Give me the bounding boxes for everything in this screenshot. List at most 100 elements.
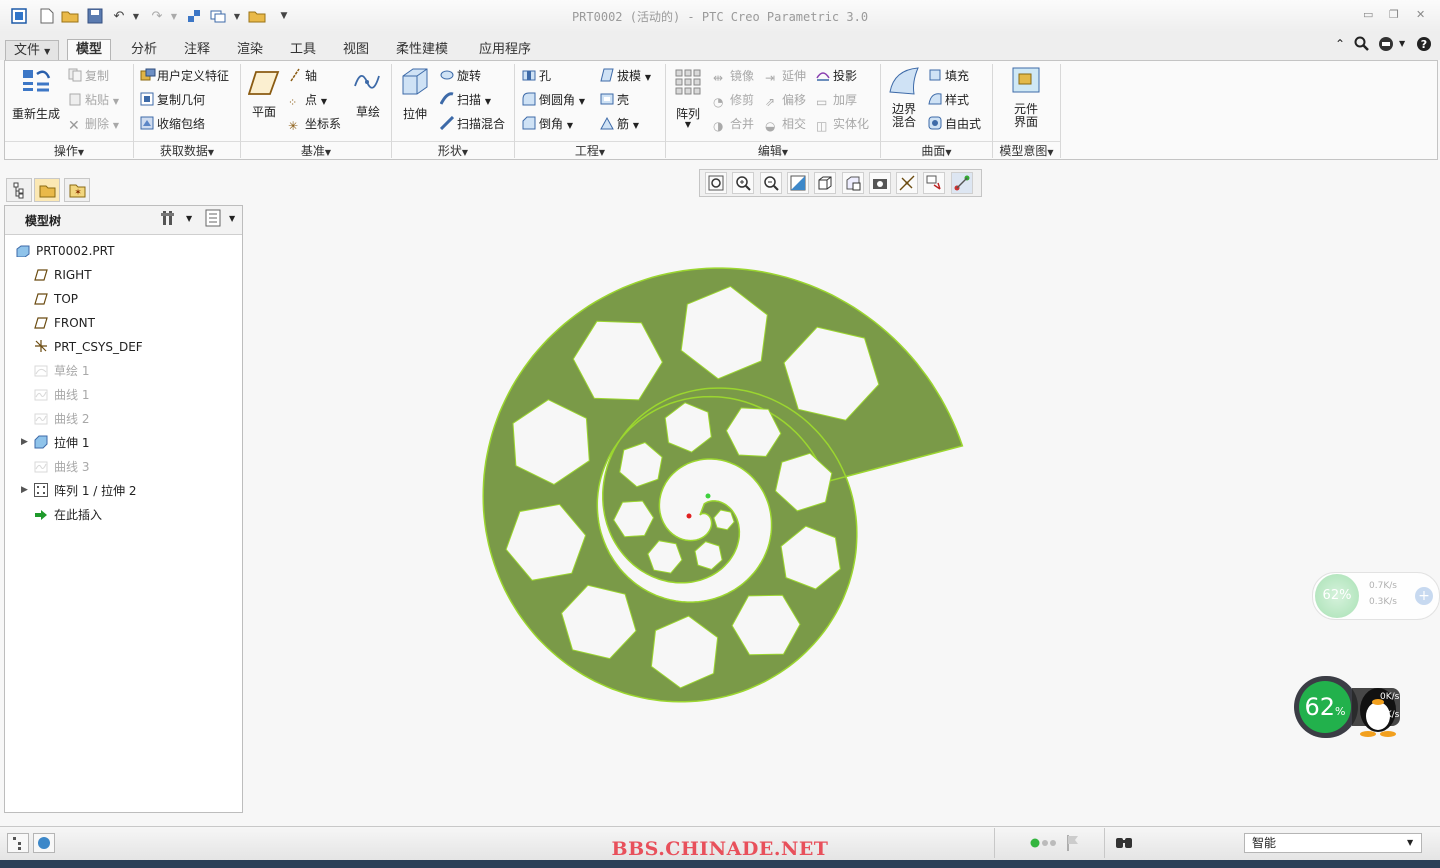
group-label-engineering[interactable]: 工程▼	[515, 141, 665, 160]
extrude-button[interactable]: 拉伸	[396, 66, 434, 122]
style-button[interactable]: 样式	[928, 90, 969, 110]
add-icon[interactable]: +	[1415, 587, 1433, 605]
selection-filter-dropdown-icon[interactable]: ▼	[1407, 838, 1413, 847]
tab-applications[interactable]: 应用程序	[471, 40, 539, 60]
restore-icon[interactable]: ❐	[1389, 8, 1399, 21]
regeneration-status-icon[interactable]	[1030, 837, 1060, 852]
sweep-button[interactable]: 扫描 ▼	[439, 90, 491, 110]
zoom-out-icon[interactable]	[759, 172, 782, 194]
merge-button[interactable]: ◑ 合并	[713, 114, 754, 134]
windows-dropdown-icon[interactable]: ▼	[228, 7, 246, 25]
round-button[interactable]: 倒圆角 ▼	[522, 90, 585, 110]
save-icon[interactable]	[86, 7, 104, 25]
collapse-ribbon-icon[interactable]: ⌃	[1335, 37, 1345, 51]
undo-icon[interactable]: ↶	[110, 7, 128, 25]
minimize-icon[interactable]: ▭	[1363, 8, 1373, 21]
show-options-icon[interactable]	[205, 209, 221, 230]
help-icon[interactable]: ?	[1416, 36, 1432, 55]
tab-annotate[interactable]: 注释	[176, 40, 218, 60]
draft-button[interactable]: 拔模 ▼	[600, 66, 651, 86]
component-interface-button[interactable]: 元件 界面	[1004, 66, 1048, 129]
expand-arrow-icon[interactable]: ▶	[21, 485, 28, 495]
group-label-datum[interactable]: 基准▼	[241, 141, 391, 160]
datum-display-icon[interactable]	[896, 172, 919, 194]
close-window-icon[interactable]	[248, 7, 266, 25]
expand-arrow-icon[interactable]: ▶	[21, 437, 28, 447]
display-style-icon[interactable]	[814, 172, 837, 194]
folder-browser-tab[interactable]	[34, 178, 60, 202]
find-icon[interactable]	[1114, 834, 1134, 855]
learning-dropdown-icon[interactable]: ▼	[1399, 39, 1405, 48]
toggle-navigator-icon[interactable]	[7, 833, 29, 853]
hole-button[interactable]: 孔	[522, 66, 551, 86]
chamfer-button[interactable]: 倒角 ▼	[522, 114, 573, 134]
close-icon[interactable]: ✕	[1416, 8, 1425, 21]
paste-button[interactable]: 粘贴 ▼	[68, 90, 119, 110]
tab-analysis[interactable]: 分析	[123, 40, 165, 60]
flag-icon[interactable]	[1066, 834, 1080, 855]
group-label-operations[interactable]: 操作▼	[5, 141, 133, 160]
model-tree-node[interactable]: RIGHT	[34, 264, 92, 286]
graphics-area[interactable]	[245, 200, 1435, 820]
model-tree-tab[interactable]	[6, 178, 32, 202]
boundary-blend-button[interactable]: 边界 混合	[884, 66, 924, 129]
network-widget-small[interactable]: 62% 0.7K/s 0.3K/s +	[1312, 572, 1440, 620]
copy-geometry-button[interactable]: 复制几何	[140, 90, 205, 110]
regenerate-button[interactable]: 重新生成	[8, 66, 64, 122]
thicken-button[interactable]: ▭ 加厚	[816, 90, 857, 110]
model-tree-node[interactable]: PRT0002.PRT	[16, 240, 114, 262]
tab-file[interactable]: 文件 ▼	[5, 40, 60, 61]
pattern-button[interactable]: 阵列 ▼	[670, 66, 706, 129]
group-label-get-data[interactable]: 获取数据▼	[134, 141, 240, 160]
tab-tools[interactable]: 工具	[282, 40, 324, 60]
settings-icon[interactable]	[160, 209, 178, 230]
model-tree-node[interactable]: 曲线 1	[34, 384, 89, 406]
settings-dropdown-icon[interactable]: ▼	[186, 214, 192, 223]
view-manager-icon[interactable]	[868, 172, 891, 194]
tab-model[interactable]: 模型	[67, 39, 112, 62]
fill-button[interactable]: 填充	[928, 66, 969, 86]
swept-blend-button[interactable]: 扫描混合	[439, 114, 505, 134]
shell-button[interactable]: 壳	[600, 90, 629, 110]
model-tree-node[interactable]: 阵列 1 / 拉伸 2	[34, 480, 137, 502]
rib-button[interactable]: 筋 ▼	[600, 114, 639, 134]
offset-button[interactable]: ⇗ 偏移	[765, 90, 806, 110]
project-button[interactable]: 投影	[816, 66, 857, 86]
learning-connector-icon[interactable]	[1378, 36, 1394, 55]
redo-dropdown-icon[interactable]: ▼	[165, 7, 183, 25]
user-defined-feature-button[interactable]: 用户定义特征	[140, 66, 229, 86]
tab-flexible-modeling[interactable]: 柔性建模	[388, 40, 456, 60]
datum-plane-button[interactable]: 平面	[246, 70, 282, 120]
copy-button[interactable]: 复制	[68, 66, 109, 86]
group-label-surfaces[interactable]: 曲面▼	[881, 141, 992, 160]
trim-button[interactable]: ◔ 修剪	[713, 90, 754, 110]
spin-center-icon[interactable]	[923, 172, 946, 194]
model-tree-node[interactable]: FRONT	[34, 312, 95, 334]
tab-render[interactable]: 渲染	[229, 40, 271, 60]
windows-icon[interactable]	[209, 7, 227, 25]
selection-filter-select[interactable]: 智能	[1244, 833, 1422, 853]
toggle-browser-icon[interactable]	[33, 833, 55, 853]
delete-button[interactable]: ✕ 删除 ▼	[68, 114, 119, 134]
group-label-editing[interactable]: 编辑▼	[666, 141, 880, 160]
annotation-display-icon[interactable]	[950, 172, 973, 194]
undo-dropdown-icon[interactable]: ▼	[127, 7, 145, 25]
new-file-icon[interactable]	[38, 7, 56, 25]
coordinate-system-button[interactable]: ✳ 坐标系	[288, 114, 341, 134]
model-tree-node[interactable]: 拉伸 1	[34, 432, 89, 454]
mirror-button[interactable]: ⇹ 镜像	[713, 66, 754, 86]
network-widget-large[interactable]: 62% 0K/s 0K/s	[1294, 676, 1402, 738]
extend-button[interactable]: ⇥ 延伸	[765, 66, 806, 86]
redo-icon[interactable]: ↷	[148, 7, 166, 25]
datum-point-button[interactable]: ⁘ 点 ▼	[288, 90, 327, 110]
group-label-shapes[interactable]: 形状▼	[392, 141, 514, 160]
show-dropdown-icon[interactable]: ▼	[229, 214, 235, 223]
model-tree-node[interactable]: 曲线 2	[34, 408, 89, 430]
model-tree-node[interactable]: 在此插入	[34, 504, 102, 526]
model-tree-node[interactable]: PRT_CSYS_DEF	[34, 336, 143, 358]
datum-axis-button[interactable]: 轴	[288, 66, 317, 86]
model-tree-node[interactable]: TOP	[34, 288, 78, 310]
regenerate-quick-icon[interactable]	[185, 7, 203, 25]
search-icon[interactable]	[1354, 36, 1370, 55]
revolve-button[interactable]: 旋转	[440, 66, 481, 86]
